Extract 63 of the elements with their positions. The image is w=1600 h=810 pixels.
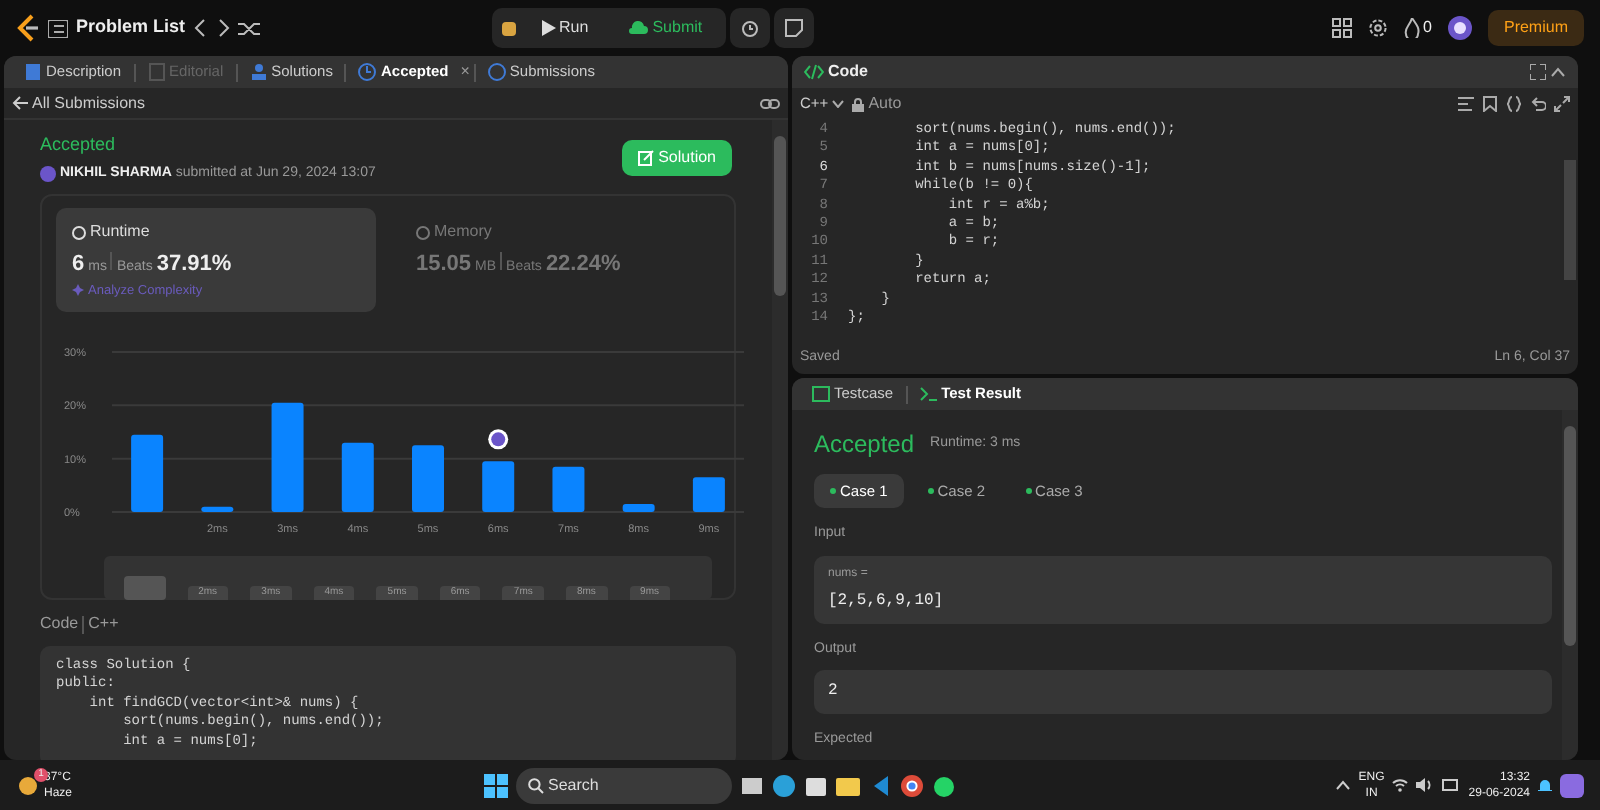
terminal-icon (919, 386, 938, 402)
expand-icon[interactable] (1530, 64, 1546, 80)
arrow-left-icon (12, 96, 28, 110)
scrollbar-thumb[interactable] (1564, 160, 1576, 280)
alarm-clock-icon[interactable] (740, 18, 761, 38)
shuffle-icon[interactable] (237, 19, 260, 37)
grid-icon[interactable] (1331, 18, 1352, 38)
cloud-upload-icon (628, 20, 649, 36)
windows-logo-icon[interactable] (484, 773, 509, 797)
output-value: 2 (828, 680, 840, 705)
submit-button[interactable]: Submit (612, 10, 719, 46)
dot-icon (927, 488, 934, 495)
tab-icon (24, 62, 42, 82)
close-icon[interactable]: × (460, 60, 470, 84)
tab-icon (358, 62, 377, 82)
streak-count: 0 (1423, 16, 1432, 40)
chrome-browser-icon[interactable] (900, 773, 925, 797)
dot-icon (830, 488, 836, 495)
input-value: [2,5,6,9,10] (828, 589, 946, 614)
tab-icon (249, 62, 268, 82)
scrollbar-thumb[interactable] (1564, 426, 1576, 646)
lock-icon (852, 97, 865, 111)
chevron-left-icon[interactable] (193, 18, 208, 38)
panel-title: Code (828, 60, 868, 84)
avatar-icon (40, 165, 56, 182)
play-icon (541, 20, 556, 36)
folder-icon[interactable] (836, 773, 861, 797)
run-button[interactable]: Run (525, 10, 605, 46)
premium-button[interactable]: Premium (1487, 10, 1584, 46)
chevron-down-icon (832, 100, 845, 108)
speaker-icon[interactable] (1416, 778, 1435, 792)
avatar-icon[interactable] (1447, 16, 1472, 40)
result-status: Accepted (814, 428, 915, 462)
search-field[interactable]: Search (516, 767, 733, 803)
tab-icon (147, 62, 166, 82)
dot-icon (1025, 488, 1032, 495)
scrollbar-thumb[interactable] (774, 136, 786, 296)
chevron-up-icon[interactable] (1336, 780, 1351, 790)
code-label: Code (40, 612, 79, 636)
format-icon[interactable] (1458, 96, 1474, 112)
submission-status: Accepted (40, 132, 118, 158)
chevron-right-icon[interactable] (215, 18, 230, 38)
code-icon (804, 64, 824, 80)
link-icon[interactable] (760, 95, 780, 111)
undo-icon[interactable] (1530, 96, 1546, 112)
back-link[interactable]: All Submissions (12, 91, 145, 115)
search-icon (528, 777, 545, 793)
checklist-icon (812, 386, 830, 402)
bell-icon[interactable] (1538, 777, 1552, 793)
mode-label[interactable]: Auto (868, 92, 902, 116)
note-icon[interactable] (784, 18, 805, 38)
edit-icon (638, 150, 655, 166)
bookmark-icon[interactable] (1482, 96, 1498, 112)
braces-icon[interactable] (1506, 96, 1522, 112)
wifi-icon[interactable] (1392, 778, 1409, 792)
fullscreen-icon[interactable] (1554, 96, 1570, 112)
language-label: C++ (88, 612, 119, 636)
chevron-up-icon[interactable] (1550, 66, 1566, 78)
problem-list-link[interactable]: Problem List (76, 14, 186, 42)
settings-icon[interactable] (1367, 18, 1388, 38)
tab-icon (487, 62, 506, 82)
list-icon[interactable] (48, 19, 68, 37)
logo-icon[interactable] (16, 14, 40, 42)
